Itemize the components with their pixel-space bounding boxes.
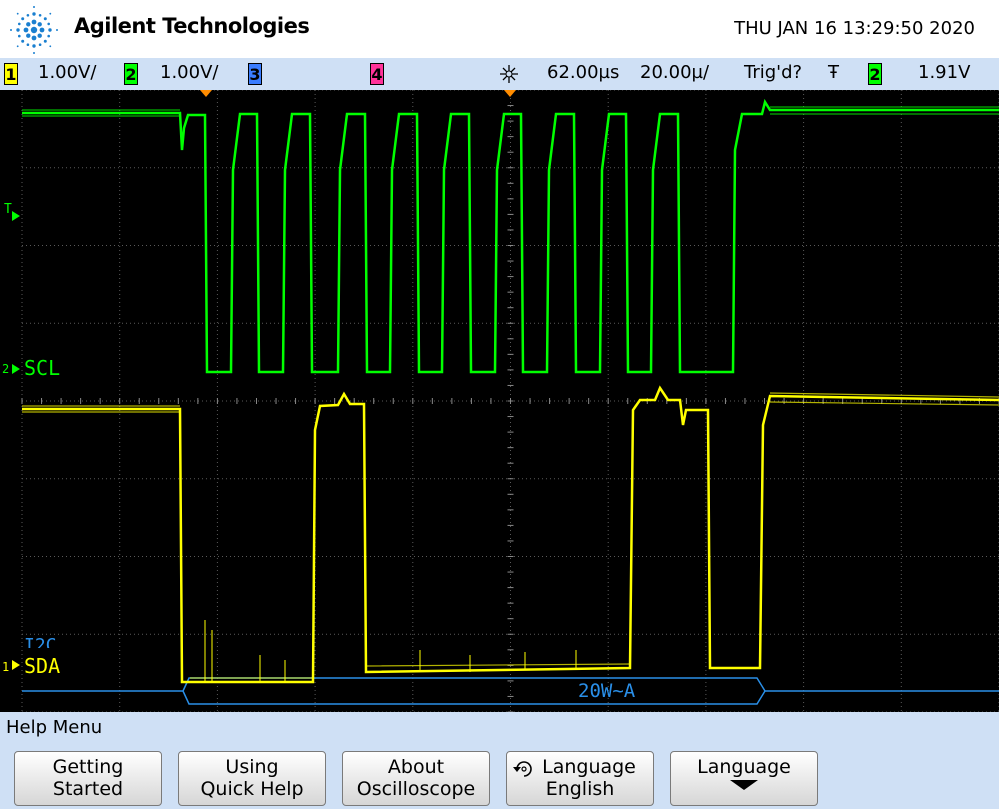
language-select-line2: English bbox=[545, 778, 615, 800]
trigger-level: 1.91V bbox=[918, 62, 971, 83]
time-base: 20.00µ/ bbox=[640, 62, 710, 83]
i2c-bus-label: I2C bbox=[24, 636, 57, 648]
title-bar: Agilent Technologies THU JAN 16 13:29:50… bbox=[0, 0, 999, 58]
trigger-level-label: T bbox=[4, 202, 12, 217]
about-oscilloscope-button[interactable]: About Oscilloscope bbox=[342, 751, 490, 806]
rotate-knob-icon bbox=[513, 761, 532, 777]
softkey-bar: Getting Started Using Quick Help About O… bbox=[0, 744, 999, 809]
language-submenu-button[interactable]: Language bbox=[670, 751, 818, 806]
getting-started-button[interactable]: Getting Started bbox=[14, 751, 162, 806]
channel-2-badge[interactable]: 2 bbox=[124, 63, 138, 85]
language-submenu-label: Language bbox=[697, 756, 791, 778]
waveform-graticule bbox=[12, 90, 999, 712]
trigger-position-marker-icon bbox=[200, 90, 212, 97]
trigger-status: Trig'd? bbox=[744, 62, 803, 83]
using-quick-help-button[interactable]: Using Quick Help bbox=[178, 751, 326, 806]
about-line2: Oscilloscope bbox=[356, 778, 476, 800]
trigger-slope-icon: Ŧ bbox=[828, 62, 839, 83]
channel-1-badge[interactable]: 1 bbox=[4, 63, 18, 85]
quick-help-line2: Quick Help bbox=[200, 778, 304, 800]
menu-title: Help Menu bbox=[6, 717, 103, 738]
language-select-button[interactable]: Language English bbox=[506, 751, 654, 806]
getting-started-line2: Started bbox=[52, 778, 124, 800]
agilent-spark-logo-icon bbox=[10, 6, 58, 54]
quick-help-line1: Using bbox=[225, 756, 279, 778]
channel-2-number: 2 bbox=[2, 362, 10, 376]
delay-icon bbox=[500, 65, 518, 83]
softkey-menu-title-bar: Help Menu bbox=[0, 712, 999, 744]
channel-1-number: 1 bbox=[2, 660, 10, 674]
channel-3-badge[interactable]: 3 bbox=[248, 63, 262, 85]
channel-2-scale: 1.00V/ bbox=[160, 62, 219, 83]
channel-1-scale: 1.00V/ bbox=[38, 62, 97, 83]
status-bar: 1 1.00V/ 2 1.00V/ 3 4 62.00µs 20.00µ/ Tr… bbox=[0, 58, 999, 90]
trigger-level-marker-icon bbox=[12, 211, 20, 221]
scope-display[interactable]: T 2 SCL I2C 1 SDA 20W~A bbox=[0, 90, 999, 712]
time-delay: 62.00µs bbox=[547, 62, 620, 83]
i2c-decode-text: 20W~A bbox=[578, 680, 636, 702]
about-line1: About bbox=[387, 756, 445, 778]
getting-started-line1: Getting bbox=[52, 756, 124, 778]
channel-2-ground-marker-icon bbox=[12, 364, 20, 374]
delay-reference-marker-icon bbox=[504, 90, 516, 97]
arrow-down-icon bbox=[730, 780, 758, 790]
channel-1-ground-marker-icon bbox=[12, 660, 20, 670]
date-time: THU JAN 16 13:29:50 2020 bbox=[734, 18, 975, 39]
scl-label: SCL bbox=[24, 356, 61, 380]
brand-name: Agilent Technologies bbox=[74, 14, 310, 38]
sda-label: SDA bbox=[24, 654, 61, 678]
language-select-line1: Language bbox=[542, 756, 636, 778]
trigger-source-badge[interactable]: 2 bbox=[868, 63, 882, 85]
channel-4-badge[interactable]: 4 bbox=[370, 63, 384, 85]
